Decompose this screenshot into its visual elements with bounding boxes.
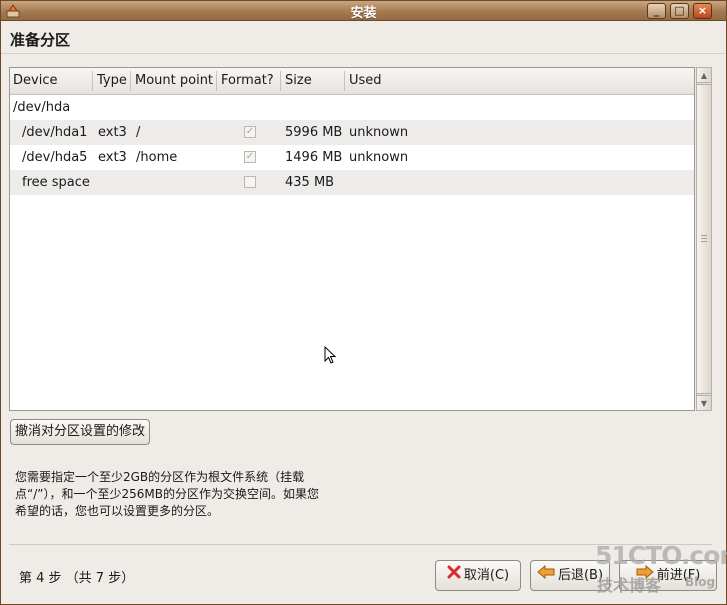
title-bar[interactable]: 安装 _ □ × [1,1,726,21]
mouse-pointer-icon [324,345,337,365]
grip-line [701,235,707,236]
size-cell: 1496 MB [285,150,343,165]
used-cell: unknown [349,125,409,140]
column-header-type[interactable]: Type [97,73,127,88]
minimize-button[interactable]: _ [647,3,666,19]
cancel-x-icon [447,561,461,590]
cancel-button[interactable]: 取消(C) [435,560,521,591]
column-header-size[interactable]: Size [285,73,312,88]
table-row[interactable]: /dev/hda5 ext3 /home ✓ 1496 MB unknown [10,145,694,170]
used-cell: unknown [349,150,409,165]
info-line: 点“/”），和一个至少256MB的分区作为交换空间。如果您 [15,487,319,501]
column-separator [130,71,131,91]
type-cell: ext3 [98,150,127,165]
device-cell: /dev/hda5 [22,150,88,165]
column-separator [344,71,345,91]
maximize-button[interactable]: □ [670,3,689,19]
scroll-up-arrow-icon[interactable]: ▲ [697,68,711,83]
table-scrollbar[interactable]: ▲ ▼ [696,67,712,411]
column-header-device[interactable]: Device [13,73,57,88]
back-arrow-icon [537,561,555,590]
device-cell: free space [22,175,90,190]
column-separator [216,71,217,91]
page-title: 准备分区 [10,31,71,49]
footer-divider [9,544,712,545]
close-button[interactable]: × [693,3,712,19]
undo-partition-changes-button[interactable]: 撤消对分区设置的修改 [10,419,150,445]
grip-line [701,238,707,239]
format-checkbox[interactable]: ✓ [244,151,256,163]
step-indicator: 第 4 步 （共 7 步） [19,571,135,586]
grip-line [701,241,707,242]
format-checkbox[interactable]: ✓ [244,126,256,138]
window-title: 安装 [350,6,377,21]
forward-arrow-icon [636,561,654,590]
table-row[interactable]: /dev/hda [10,95,694,120]
scrollbar-thumb[interactable] [697,84,711,394]
size-cell: 5996 MB [285,125,343,140]
forward-label: 前进(F) [656,568,701,583]
type-cell: ext3 [98,125,127,140]
column-separator [92,71,93,91]
format-checkbox[interactable] [244,176,256,188]
device-cell: /dev/hda [13,100,71,115]
forward-button[interactable]: 前进(F) [619,560,717,591]
cancel-label: 取消(C) [463,568,510,583]
mount-point-cell: / [136,125,141,140]
column-header-used[interactable]: Used [349,73,382,88]
scroll-down-arrow-icon[interactable]: ▼ [697,395,711,410]
column-separator [280,71,281,91]
page-header: 准备分区 [1,21,726,54]
back-label: 后退(B) [557,568,604,583]
table-header: Device Type Mount point Format? Size Use… [10,68,694,95]
info-line: 您需要指定一个至少2GB的分区作为根文件系统（挂载 [15,470,305,484]
table-row[interactable]: free space 435 MB [10,170,694,195]
partition-table[interactable]: Device Type Mount point Format? Size Use… [9,67,695,411]
partition-requirements-text: 您需要指定一个至少2GB的分区作为根文件系统（挂载 点“/”），和一个至少256… [15,469,375,520]
back-button[interactable]: 后退(B) [530,560,610,591]
table-row[interactable]: /dev/hda1 ext3 / ✓ 5996 MB unknown [10,120,694,145]
installer-window: 安装 _ □ × 准备分区 Device Type Mount point Fo… [0,0,727,605]
mount-point-cell: /home [136,150,178,165]
size-cell: 435 MB [285,175,335,190]
info-line: 希望的话，您也可以设置更多的分区。 [15,504,220,518]
column-header-format[interactable]: Format? [221,73,274,88]
device-cell: /dev/hda1 [22,125,88,140]
column-header-mount-point[interactable]: Mount point [135,73,213,88]
